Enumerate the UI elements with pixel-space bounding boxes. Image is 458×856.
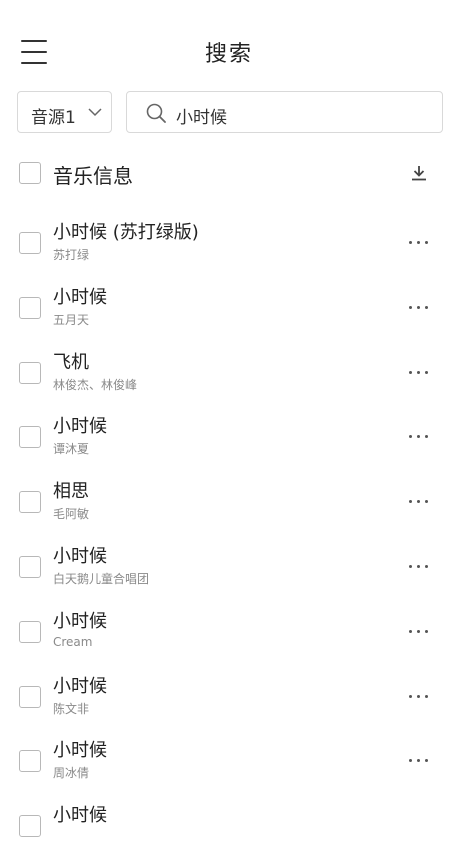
song-title: 小时候 <box>53 545 107 567</box>
song-item[interactable]: 相思 毛阿敏 <box>0 467 458 532</box>
search-icon <box>146 103 166 123</box>
more-options-icon[interactable] <box>404 750 434 770</box>
song-artist: 谭沐夏 <box>53 442 90 457</box>
song-checkbox[interactable] <box>19 555 41 578</box>
song-checkbox[interactable] <box>19 750 41 773</box>
song-title: 小时候 <box>53 740 107 762</box>
song-artist: 周冰倩 <box>53 766 90 781</box>
song-checkbox[interactable] <box>19 232 41 254</box>
list-header: 音乐信息 <box>0 144 458 208</box>
download-button[interactable] <box>408 162 430 184</box>
song-artist: 毛阿敏 <box>53 507 90 522</box>
source-select-value: 音源1 <box>31 108 76 128</box>
song-item[interactable]: 小时候 白天鹅儿童合唱团 <box>0 532 458 597</box>
song-title: 小时候 <box>53 805 107 827</box>
search-input[interactable]: 小时候 <box>126 91 443 133</box>
song-checkbox[interactable] <box>19 361 41 384</box>
song-item[interactable]: 飞机 林俊杰、林俊峰 <box>0 338 458 403</box>
song-checkbox[interactable] <box>19 815 41 838</box>
song-item[interactable]: 小时候 周冰倩 <box>0 726 458 791</box>
song-artist: 白天鹅儿童合唱团 <box>53 571 150 586</box>
song-artist: 五月天 <box>53 312 90 327</box>
song-checkbox[interactable] <box>19 685 41 708</box>
chevron-down-icon <box>88 108 102 117</box>
more-options-icon[interactable] <box>404 297 434 317</box>
song-title: 相思 <box>53 481 89 503</box>
more-options-icon[interactable] <box>404 426 434 446</box>
song-artist: 陈文非 <box>53 701 90 716</box>
page-title: 搜索 <box>204 42 253 67</box>
download-icon <box>412 166 426 181</box>
song-checkbox[interactable] <box>19 426 41 449</box>
more-options-icon[interactable] <box>404 686 434 706</box>
song-title: 飞机 <box>53 351 89 373</box>
song-artist: 苏打绿 <box>53 248 90 262</box>
song-item[interactable]: 小时候 陈文非 <box>0 662 458 727</box>
song-item[interactable]: 小时候 Cream <box>0 597 458 662</box>
song-list: 小时候 (苏打绿版) 苏打绿 小时候 五月天 飞机 林俊杰、林俊峰 小时候 谭沐… <box>0 208 458 856</box>
more-options-icon[interactable] <box>404 491 434 511</box>
more-options-icon[interactable] <box>404 362 434 382</box>
song-artist: 林俊杰、林俊峰 <box>53 377 138 392</box>
search-bar: 音源1 小时候 <box>0 88 458 144</box>
song-item[interactable]: 小时候 五月天 <box>0 273 458 338</box>
more-options-icon[interactable] <box>404 556 434 576</box>
select-all-checkbox[interactable] <box>19 162 41 184</box>
song-checkbox[interactable] <box>19 296 41 319</box>
song-title: 小时候 <box>53 286 107 308</box>
song-title: 小时候 <box>53 610 107 632</box>
song-title: 小时候 (苏打绿版) <box>53 222 199 243</box>
song-item[interactable]: 小时候 (苏打绿版) 苏打绿 <box>0 208 458 273</box>
song-title: 小时候 <box>53 416 107 438</box>
more-options-icon[interactable] <box>404 621 434 641</box>
search-query: 小时候 <box>176 108 227 128</box>
more-options-icon[interactable] <box>404 232 434 252</box>
song-title: 小时候 <box>53 675 107 697</box>
source-select[interactable]: 音源1 <box>17 91 112 133</box>
song-checkbox[interactable] <box>19 620 41 643</box>
app-header: 搜索 <box>0 0 458 88</box>
list-header-title: 音乐信息 <box>53 164 133 188</box>
song-checkbox[interactable] <box>19 491 41 514</box>
song-artist: Cream <box>53 634 93 649</box>
song-item[interactable]: 小时候 谭沐夏 <box>0 402 458 467</box>
song-item[interactable]: 小时候 <box>0 791 458 856</box>
